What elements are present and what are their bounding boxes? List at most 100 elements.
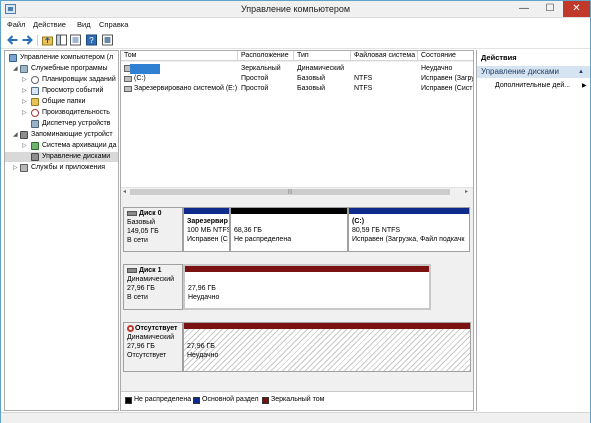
menu-help[interactable]: Справка xyxy=(99,20,128,29)
scrollbar-thumb[interactable]: ||| xyxy=(130,189,450,195)
tree-item-services-applications[interactable]: ▷ Службы и приложения xyxy=(5,163,118,173)
missing-disk-label[interactable]: Отсутствует Динамический 27,96 ГБ Отсутс… xyxy=(123,322,183,372)
tree-item-computer-management[interactable]: Управление компьютером (л xyxy=(5,53,118,63)
menu-view[interactable]: Вид xyxy=(77,20,91,29)
expand-icon[interactable]: ▷ xyxy=(22,141,27,151)
cell-status: Исправен (Загру xyxy=(421,75,473,82)
cell-fs xyxy=(351,64,354,74)
collapse-icon[interactable]: ◢ xyxy=(13,64,18,74)
maximize-button[interactable]: ☐ xyxy=(537,1,563,17)
cell-type: Базовый xyxy=(297,85,326,92)
toolbar: ? xyxy=(1,32,590,49)
collapse-icon[interactable]: ◢ xyxy=(13,130,18,140)
column-type[interactable]: Тип xyxy=(294,51,351,61)
column-layout[interactable]: Расположение xyxy=(238,51,294,61)
close-button[interactable]: ✕ xyxy=(563,1,590,17)
horizontal-scrollbar[interactable]: ◂ ||| ▸ xyxy=(121,187,473,195)
help-icon[interactable]: ? xyxy=(85,34,98,46)
missing-disk-warning-icon xyxy=(127,324,134,332)
tree-item-device-manager[interactable]: Диспетчер устройств xyxy=(5,119,118,129)
legend-swatch-unallocated xyxy=(125,397,132,404)
properties-icon[interactable] xyxy=(69,34,82,46)
up-folder-icon[interactable] xyxy=(41,34,54,46)
expand-icon[interactable]: ▷ xyxy=(22,75,27,85)
tree-item-backup[interactable]: ▷ Система архивации да xyxy=(5,141,118,151)
cell-status: Исправен (Сист xyxy=(421,85,473,92)
partition-missing-mirror[interactable]: 27,96 ГБ Неудачно xyxy=(183,322,471,372)
disk-icon xyxy=(127,210,137,216)
disk-management-icon xyxy=(31,153,39,161)
tree-item-task-scheduler[interactable]: ▷ Планировщик заданий xyxy=(5,75,118,85)
table-row[interactable]: Зеркальный Динамический Неудачно xyxy=(121,64,473,74)
forward-arrow-icon[interactable] xyxy=(21,34,34,46)
disk-icon xyxy=(127,267,137,273)
backup-icon xyxy=(31,142,39,150)
partition-disk1-mirror[interactable]: 27,96 ГБ Неудачно xyxy=(183,264,431,310)
disk-graph-view[interactable]: Диск 0 Базовый 149,05 ГБ В сети Зарезерв… xyxy=(121,198,473,380)
partition-system-reserved[interactable]: Зарезервир 100 МБ NTFS Исправен (С xyxy=(183,207,230,252)
minimize-button[interactable]: — xyxy=(511,1,537,17)
app-window: Управление компьютером — ☐ ✕ Файл Действ… xyxy=(0,0,591,423)
show-hide-tree-icon[interactable] xyxy=(55,34,68,46)
tree-item-label: Управление компьютером (л xyxy=(20,54,114,61)
tree-item-label: Планировщик заданий xyxy=(42,76,116,83)
legend-swatch-primary xyxy=(193,397,200,404)
volume-list[interactable]: Зеркальный Динамический Неудачно (C:) Пр… xyxy=(121,62,473,195)
device-manager-icon xyxy=(31,120,39,128)
tree-item-label: Запоминающие устройст xyxy=(31,131,113,138)
column-status[interactable]: Состояние xyxy=(418,51,473,61)
legend-swatch-mirrored xyxy=(262,397,269,404)
collapse-arrow-icon[interactable]: ▲ xyxy=(578,66,584,78)
menu-action[interactable]: Действие xyxy=(33,20,66,29)
legend-label: Зеркальный том xyxy=(271,396,325,403)
tree-item-performance[interactable]: ▷ Производительность xyxy=(5,108,118,118)
menu-bar: Файл Действие Вид Справка xyxy=(1,18,590,32)
submenu-arrow-icon[interactable]: ▶ xyxy=(582,82,587,89)
table-row[interactable]: (C:) Простой Базовый NTFS Исправен (Загр… xyxy=(121,74,473,84)
partition-color-bar xyxy=(349,208,469,214)
actions-section-disk-management[interactable]: Управление дисками ▲ xyxy=(477,66,590,78)
more-actions-item[interactable]: Дополнительные дей... xyxy=(495,82,570,89)
partition-info: 27,96 ГБ Неудачно xyxy=(188,285,220,301)
column-file-system[interactable]: Файловая система xyxy=(351,51,418,61)
scroll-left-icon[interactable]: ◂ xyxy=(123,188,126,196)
clock-icon xyxy=(31,76,39,84)
tree-item-event-viewer[interactable]: ▷ Просмотр событий xyxy=(5,86,118,96)
tree-item-system-tools[interactable]: ◢ Служебные программы xyxy=(5,64,118,74)
view-settings-icon[interactable] xyxy=(101,34,114,46)
partition-c-drive[interactable]: (C:) 80,59 ГБ NTFS Исправен (Загрузка, Ф… xyxy=(348,207,470,252)
menu-file[interactable]: Файл xyxy=(7,20,25,29)
actions-section-label: Управление дисками xyxy=(481,67,559,76)
status-bar xyxy=(1,412,590,423)
cell-fs: NTFS xyxy=(354,75,373,82)
performance-icon xyxy=(31,109,39,117)
actions-pane: Действия Управление дисками ▲ Дополнител… xyxy=(476,50,590,411)
expand-icon[interactable]: ▷ xyxy=(22,86,27,96)
partition-unallocated[interactable]: 68,36 ГБ Не распределена xyxy=(230,207,348,252)
column-volume[interactable]: Том xyxy=(121,51,238,61)
tree-item-shared-folders[interactable]: ▷ Общие папки xyxy=(5,97,118,107)
navigation-tree[interactable]: Управление компьютером (л ◢ Служебные пр… xyxy=(4,50,119,411)
tree-item-storage[interactable]: ◢ Запоминающие устройст xyxy=(5,130,118,140)
window-title: Управление компьютером xyxy=(240,4,351,14)
cell-volume: (C:) xyxy=(134,75,146,82)
scroll-right-icon[interactable]: ▸ xyxy=(465,188,468,196)
expand-icon[interactable]: ▷ xyxy=(13,163,18,173)
tree-item-disk-management[interactable]: Управление дисками xyxy=(5,152,118,162)
disk-management-pane: Том Расположение Тип Файловая система Со… xyxy=(120,50,474,411)
computer-icon xyxy=(9,54,17,62)
cell-status: Неудачно xyxy=(421,65,453,72)
tree-item-label: Управление дисками xyxy=(42,153,111,160)
disk-0-label[interactable]: Диск 0 Базовый 149,05 ГБ В сети xyxy=(123,207,183,252)
cell-layout: Простой xyxy=(241,75,269,82)
expand-icon[interactable]: ▷ xyxy=(22,97,27,107)
partition-color-bar xyxy=(185,266,429,272)
disk-1-label[interactable]: Диск 1 Динамический 27,96 ГБ В сети xyxy=(123,264,183,310)
legend-label: Не распределена xyxy=(134,396,192,403)
expand-icon[interactable]: ▷ xyxy=(22,108,27,118)
back-arrow-icon[interactable] xyxy=(6,34,19,46)
table-row[interactable]: Зарезервировано системой (E:) Простой Ба… xyxy=(121,84,473,94)
selected-volume-highlight xyxy=(130,64,160,74)
partition-color-bar xyxy=(231,208,347,214)
tree-item-label: Общие папки xyxy=(42,98,86,105)
